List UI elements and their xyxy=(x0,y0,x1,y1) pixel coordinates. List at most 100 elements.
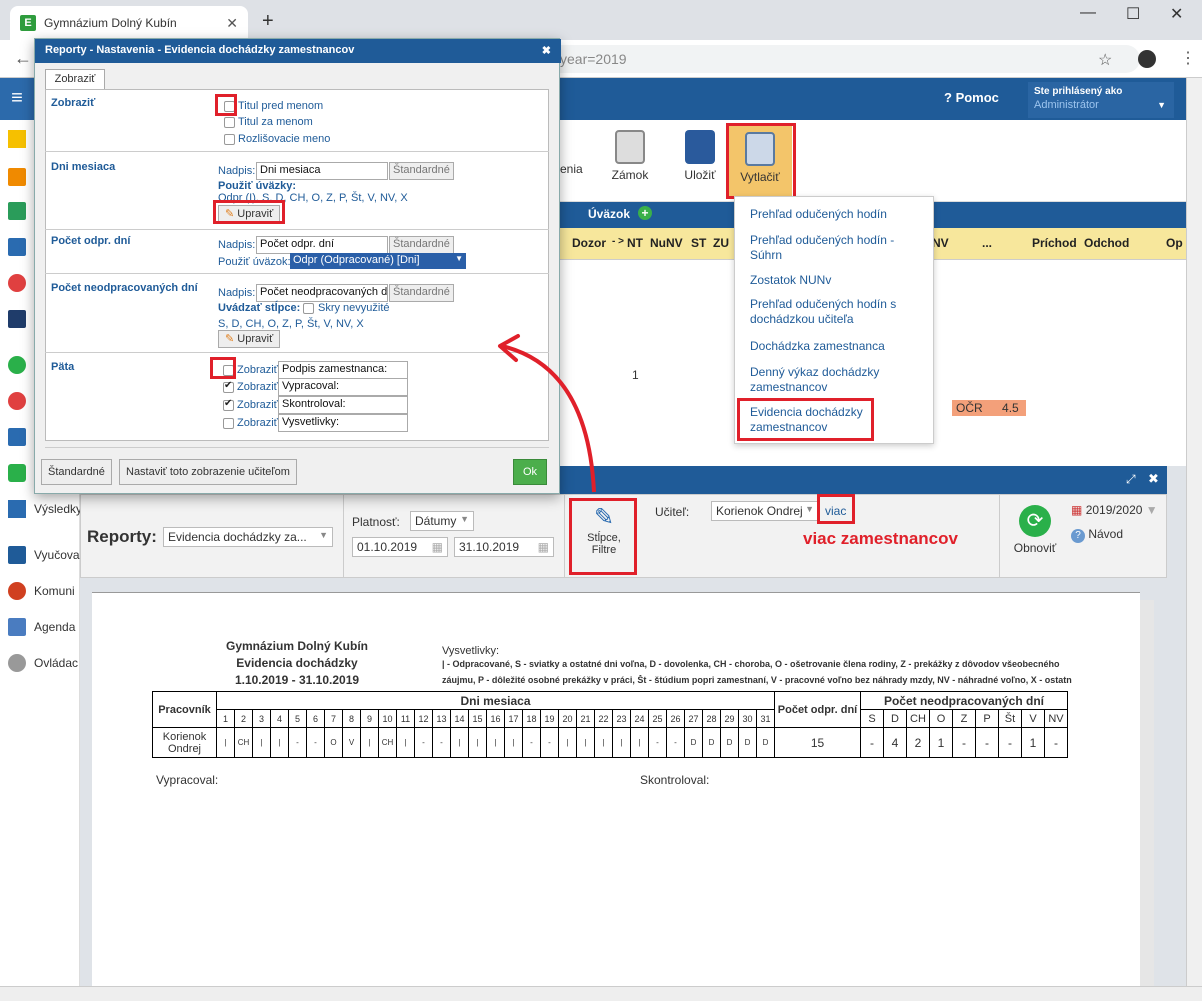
close-panel-icon[interactable]: ✖ xyxy=(1148,471,1159,487)
expand-icon[interactable]: ⤢ xyxy=(1126,472,1136,487)
chat-icon[interactable] xyxy=(8,582,26,600)
star-icon[interactable] xyxy=(8,130,26,148)
home-icon[interactable] xyxy=(8,202,26,220)
lock-button[interactable]: Zámok xyxy=(610,130,650,182)
divider xyxy=(999,495,1000,579)
menu-item-prehlad-dochadzka[interactable]: Prehľad odučených hodín s dochádzkou uči… xyxy=(750,297,920,327)
book-icon[interactable] xyxy=(8,238,26,256)
attendance-table: Pracovník Dni mesiaca Počet odpr. dní Počet… xyxy=(152,691,1068,758)
neodpr-header: CH xyxy=(906,709,930,728)
hamburger-icon[interactable]: ≡ xyxy=(0,78,34,120)
star-icon[interactable]: ☆ xyxy=(1098,50,1112,70)
neodpr-std-button[interactable]: Štandardné xyxy=(389,284,454,302)
year-select[interactable]: ▦ 2019/2020 ▼ xyxy=(1071,503,1158,517)
help-button[interactable]: ? Návod xyxy=(1071,527,1123,543)
pata-input-3[interactable]: Skontroloval: xyxy=(278,396,408,414)
col-dozor[interactable]: Dozor xyxy=(572,236,606,250)
checkbox-skry[interactable] xyxy=(303,303,314,314)
help-link[interactable]: ? Pomoc xyxy=(944,90,999,105)
page-scrollbar[interactable] xyxy=(1186,78,1202,986)
ucitel-select[interactable]: Korienok Ondrej ▼ xyxy=(711,501,819,521)
col-zu[interactable]: ZU xyxy=(713,236,729,250)
sidebar-item-ovladacie[interactable]: Ovládac xyxy=(34,656,78,670)
back-icon[interactable]: ← xyxy=(14,48,32,69)
day-mark: | xyxy=(396,727,415,758)
neodpr-edit-button[interactable]: ✎ Upraviť xyxy=(218,330,281,348)
uvazok-select[interactable]: Odpr (Odpracované) [Dni] ▼ xyxy=(290,253,466,269)
chart-icon[interactable] xyxy=(8,500,26,518)
calendar-icon[interactable]: ▦ xyxy=(432,540,443,554)
set-teachers-button[interactable]: Nastaviť toto zobrazenie učiteľom xyxy=(119,459,297,485)
shield-icon[interactable] xyxy=(8,464,26,482)
book-open-icon[interactable] xyxy=(8,546,26,564)
odpr-nadpis-input[interactable]: Počet odpr. dní xyxy=(256,236,388,254)
sidebar-item-agenda[interactable]: Agenda xyxy=(34,620,75,634)
tab-zobrazit[interactable]: Zobraziť xyxy=(45,69,105,89)
menu-item-prehlad[interactable]: Prehľad odučených hodín xyxy=(750,207,920,222)
gear-icon[interactable] xyxy=(8,654,26,672)
date-to-field[interactable]: 31.10.2019 ▦ xyxy=(454,537,554,557)
check-icon[interactable] xyxy=(8,356,26,374)
col-nt[interactable]: NT xyxy=(627,236,643,250)
neodpr-value: 4 xyxy=(883,727,907,758)
platnost-select[interactable]: Dátumy ▼ xyxy=(410,511,474,531)
sidebar-item-vysledky[interactable]: Výsledky xyxy=(34,502,82,516)
legend-title: Vysvetlivky: xyxy=(442,645,500,657)
neodpr-nadpis-input[interactable]: Počet neodpracovaných dn xyxy=(256,284,388,302)
col-odchod[interactable]: Odchod xyxy=(1084,236,1129,250)
col-st[interactable]: ST xyxy=(691,236,706,250)
save-button[interactable]: Uložiť xyxy=(680,130,720,182)
col-op[interactable]: Op xyxy=(1166,236,1183,250)
menu-item-denny-vykaz[interactable]: Denný výkaz dochádzky zamestnancov xyxy=(750,365,920,395)
menu-item-zostatok[interactable]: Zostatok NUNv xyxy=(750,273,920,288)
menu-dots-icon[interactable]: ⋮ xyxy=(1180,48,1196,68)
checkbox-rozlis[interactable] xyxy=(224,134,235,145)
col-more[interactable]: ... xyxy=(982,236,992,250)
pen-icon[interactable] xyxy=(8,618,26,636)
sidebar-item-vyucovanie[interactable]: Vyučova xyxy=(34,548,80,562)
user-icon[interactable] xyxy=(8,274,26,292)
browser-tab[interactable]: E Gymnázium Dolný Kubín ✕ xyxy=(10,6,248,40)
dni-std-button[interactable]: Štandardné xyxy=(389,162,454,180)
new-tab-button[interactable]: + xyxy=(262,10,274,33)
pata-input-1[interactable]: Podpis zamestnanca: xyxy=(278,361,408,379)
pata-input-4[interactable]: Vysvetlivky: xyxy=(278,414,408,432)
checkbox-pata-3[interactable] xyxy=(223,398,234,411)
refresh-button[interactable]: ⟳ Obnoviť xyxy=(1011,505,1059,555)
sidebar-item-komunikacia[interactable]: Komuni xyxy=(34,584,75,598)
extension-icon[interactable] xyxy=(1138,50,1156,68)
menu-item-prehlad-suhrn[interactable]: Prehľad odučených hodín - Súhrn xyxy=(750,233,920,263)
checkbox-pata-2[interactable] xyxy=(223,380,234,393)
menu-item-dochadzka[interactable]: Dochádzka zamestnanca xyxy=(750,339,920,354)
stop-icon[interactable] xyxy=(8,392,26,410)
close-icon[interactable]: ✖ xyxy=(542,44,551,57)
calendar-icon[interactable] xyxy=(8,310,26,328)
modal-title-text: Reporty - Nastavenia - Evidencia dochádz… xyxy=(45,44,355,56)
maximize-icon[interactable]: ☐ xyxy=(1126,4,1140,24)
briefcase-icon[interactable] xyxy=(8,428,26,446)
odpr-std-button[interactable]: Štandardné xyxy=(389,236,454,254)
dni-nadpis-input[interactable]: Dni mesiaca xyxy=(256,162,388,180)
col-arrow[interactable]: - > xyxy=(612,236,624,247)
day-header: 9 xyxy=(360,709,379,728)
close-tab-icon[interactable]: ✕ xyxy=(226,15,238,32)
standard-button[interactable]: Štandardné xyxy=(41,459,112,485)
horizontal-scrollbar[interactable] xyxy=(0,986,1202,1001)
checkbox-pata-4[interactable] xyxy=(223,418,234,429)
report-type-select[interactable]: Evidencia dochádzky za... ▼ xyxy=(163,527,333,547)
date-from-field[interactable]: 01.10.2019 ▦ xyxy=(352,537,448,557)
col-nunv[interactable]: NuNV xyxy=(650,236,683,250)
calendar-icon[interactable]: ▦ xyxy=(538,540,549,554)
minimize-icon[interactable]: — xyxy=(1080,4,1096,22)
highlight-pata xyxy=(210,357,236,379)
user-box[interactable]: Ste prihlásený ako Administrátor ▼ xyxy=(1028,82,1174,118)
window-close-icon[interactable]: ✕ xyxy=(1170,4,1183,24)
toolbar-item-cut[interactable]: enia xyxy=(560,162,583,176)
col-prichod[interactable]: Príchod xyxy=(1032,236,1077,250)
checkbox-titul-za[interactable] xyxy=(224,117,235,128)
pata-input-2[interactable]: Vypracoval: xyxy=(278,378,408,396)
doc-scrollbar[interactable] xyxy=(1140,600,1154,990)
add-icon[interactable]: + xyxy=(638,206,652,220)
col-nv[interactable]: NV xyxy=(932,236,949,250)
mail-icon[interactable] xyxy=(8,168,26,186)
